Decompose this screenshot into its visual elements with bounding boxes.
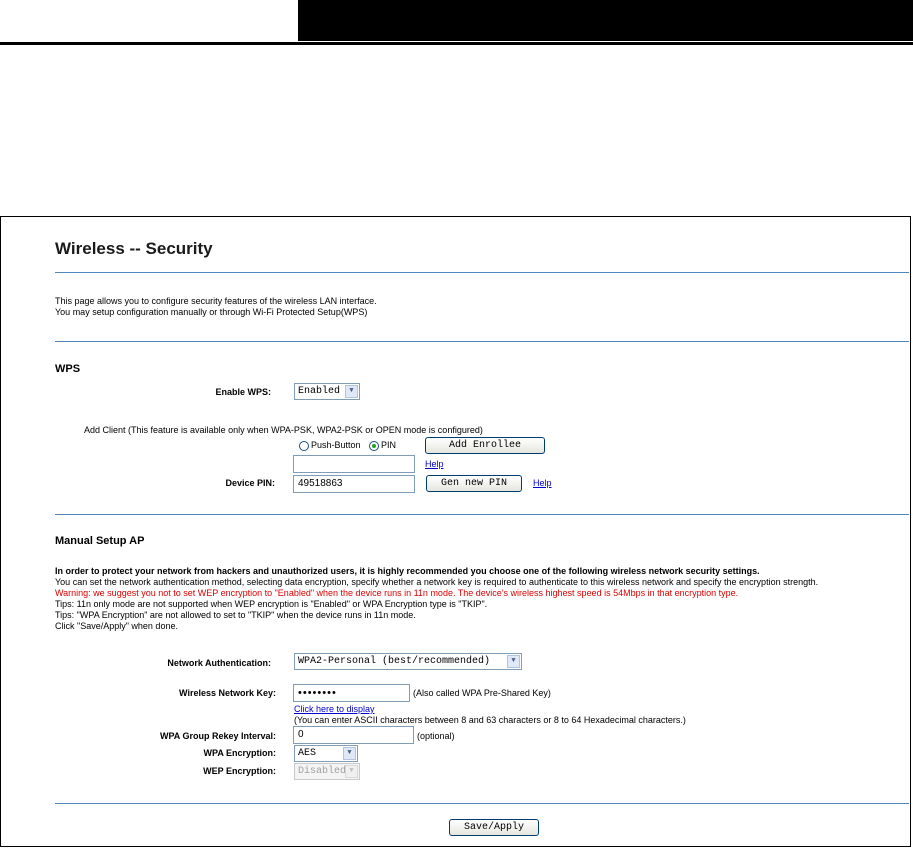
tip-wpa-encryption: Tips: "WPA Encryption" are not allowed t… <box>55 610 416 620</box>
rekey-optional-note: (optional) <box>417 731 455 741</box>
rekey-interval-field[interactable]: 0 <box>293 726 414 744</box>
wireless-key-note: (Also called WPA Pre-Shared Key) <box>413 688 551 698</box>
security-description: You can set the network authentication m… <box>55 577 819 587</box>
enable-wps-value: Enabled <box>298 386 341 397</box>
push-button-radio[interactable] <box>299 441 309 451</box>
chevron-down-icon: ▼ <box>343 747 356 760</box>
wep-encryption-label: WEP Encryption: <box>203 766 276 776</box>
document-header-bar <box>298 0 913 41</box>
click-to-display-link[interactable]: Click here to display <box>294 704 375 714</box>
save-apply-button[interactable]: Save/Apply <box>449 819 539 836</box>
security-recommendation: In order to protect your network from ha… <box>55 566 760 576</box>
enable-wps-select[interactable]: Enabled ▼ <box>294 383 360 400</box>
intro-line-1: This page allows you to configure securi… <box>55 296 377 306</box>
device-pin-label: Device PIN: <box>225 478 275 488</box>
wep-encryption-select: Disabled ▼ <box>294 763 360 780</box>
wps-heading: WPS <box>55 363 81 375</box>
add-enrollee-button[interactable]: Add Enrollee <box>425 437 545 454</box>
divider <box>55 341 909 342</box>
wpa-encryption-label: WPA Encryption: <box>203 748 277 758</box>
push-button-label: Push-Button <box>311 440 361 450</box>
add-client-note: (This feature is available only when WPA… <box>125 425 483 435</box>
divider <box>55 272 909 273</box>
manual-setup-heading: Manual Setup AP <box>55 535 145 547</box>
pin-label: PIN <box>381 440 397 450</box>
divider <box>55 803 909 804</box>
tip-save-apply: Click "Save/Apply" when done. <box>55 621 178 631</box>
document-header-rule <box>0 42 913 45</box>
wireless-key-field[interactable]: •••••••• <box>293 684 410 702</box>
gen-new-pin-button[interactable]: Gen new PIN <box>426 475 522 492</box>
add-client-label: Add Client <box>84 425 126 435</box>
network-auth-label: Network Authentication: <box>167 658 271 668</box>
help-link[interactable]: Help <box>533 478 552 488</box>
wpa-encryption-select[interactable]: AES ▼ <box>294 745 358 762</box>
device-pin-field[interactable]: 49518863 <box>293 475 415 493</box>
network-auth-select[interactable]: WPA2-Personal (best/recommended) ▼ <box>294 653 522 670</box>
page-title: Wireless -- Security <box>55 239 213 258</box>
wep-encryption-value: Disabled <box>298 766 347 777</box>
chevron-down-icon: ▼ <box>345 385 358 398</box>
rekey-interval-label: WPA Group Rekey Interval: <box>159 731 276 741</box>
tip-11n-mode: Tips: 11n only mode are not supported wh… <box>55 599 488 609</box>
pin-radio[interactable] <box>369 441 379 451</box>
divider <box>55 514 909 515</box>
wireless-key-label: Wireless Network Key: <box>179 688 276 698</box>
enrollee-pin-input[interactable] <box>293 455 415 473</box>
wpa-encryption-value: AES <box>298 748 317 759</box>
wep-warning: Warning: we suggest you not to set WEP e… <box>55 588 739 598</box>
intro-line-2: You may setup configuration manually or … <box>55 307 368 317</box>
wireless-security-panel: Wireless -- Security This page allows yo… <box>0 216 911 847</box>
network-auth-value: WPA2-Personal (best/recommended) <box>298 656 491 667</box>
chevron-down-icon: ▼ <box>345 765 358 778</box>
key-length-hint: (You can enter ASCII characters between … <box>294 715 686 725</box>
add-client-line: Add Client (This feature is available on… <box>84 425 483 436</box>
help-link[interactable]: Help <box>425 459 444 469</box>
enable-wps-label: Enable WPS: <box>215 387 271 397</box>
chevron-down-icon: ▼ <box>507 655 520 668</box>
